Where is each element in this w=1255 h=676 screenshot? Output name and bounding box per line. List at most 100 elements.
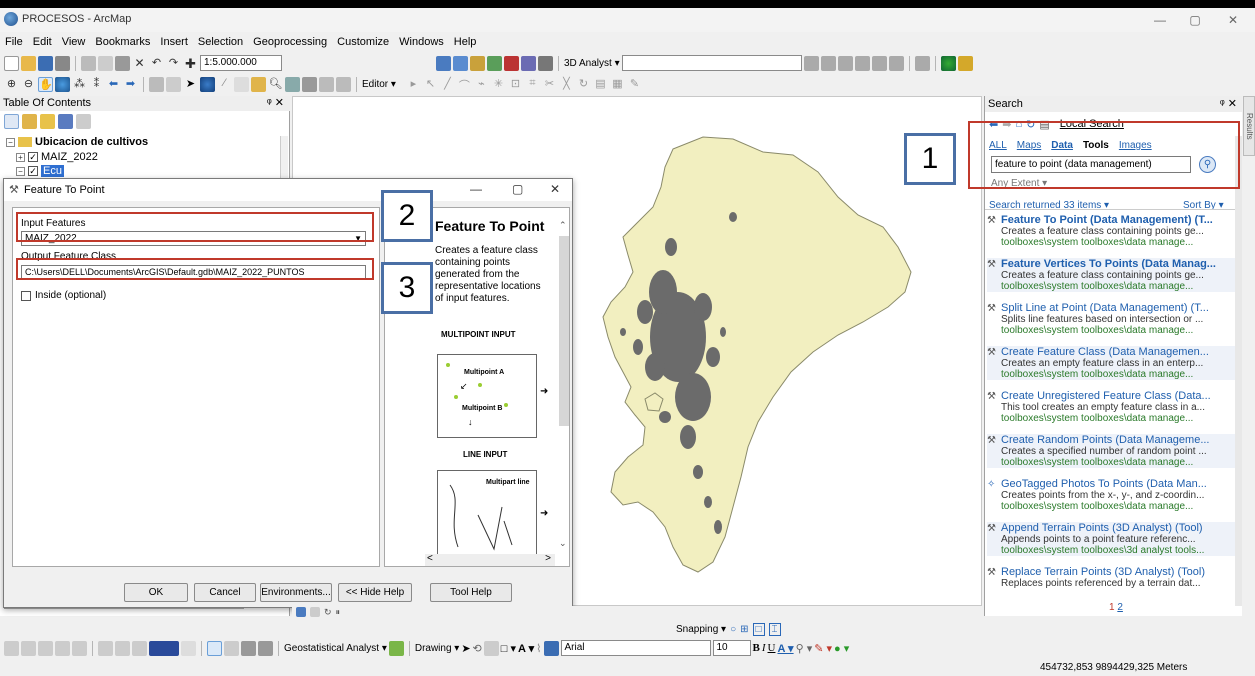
close-button[interactable]: ✕ — [1218, 12, 1248, 28]
3d-tool-icon[interactable] — [803, 55, 819, 71]
snapping-menu[interactable]: Snapping ▾ — [676, 624, 726, 635]
rotate-icon[interactable]: ⟲ — [473, 642, 482, 655]
sketch-properties-icon[interactable]: ▦ — [610, 77, 625, 92]
undo-icon[interactable]: ↶ — [149, 56, 164, 71]
search-pane-close-icon[interactable]: ᵠ ✕ — [1220, 96, 1237, 112]
minimize-button[interactable]: — — [1145, 12, 1175, 28]
cancel-button[interactable]: Cancel — [194, 583, 256, 602]
find-route-icon[interactable] — [285, 76, 300, 92]
attributes-icon[interactable]: ▤ — [593, 77, 608, 92]
paste-icon[interactable] — [115, 55, 130, 71]
point-snapping-icon[interactable]: ○ — [730, 624, 736, 635]
toc-group-row[interactable]: − Ubicacion de cultivos — [6, 135, 148, 149]
layout-tool-icon[interactable] — [132, 640, 147, 656]
hyperlink-icon[interactable]: ⁄ — [217, 77, 232, 92]
toc-layer-row[interactable]: − ✓ Ecu — [16, 164, 64, 178]
open-folder-icon[interactable] — [21, 55, 36, 71]
create-features-icon[interactable]: ✎ — [627, 77, 642, 92]
find-icon[interactable]: 🔍︎ — [268, 77, 283, 92]
layout-tool-icon[interactable] — [258, 640, 273, 656]
menu-windows[interactable]: Windows — [394, 34, 449, 50]
search-result-item[interactable]: ⚒ Feature To Point (Data Management) (T..… — [987, 214, 1235, 248]
spline-text-icon[interactable]: ⌇ — [536, 642, 541, 655]
edit-vertices-icon[interactable]: ⊡ — [508, 77, 523, 92]
edge-snapping-icon[interactable]: ⌶ — [768, 622, 781, 636]
inside-option[interactable]: Inside (optional) — [21, 290, 106, 301]
search-result-item[interactable]: ⚒ Feature Vertices To Points (Data Manag.… — [987, 258, 1235, 292]
time-slider-icon[interactable] — [319, 76, 334, 92]
3d-analyst-menu[interactable]: 3D Analyst ▾ — [564, 58, 620, 69]
page-current[interactable]: 1 — [1109, 602, 1115, 613]
new-document-icon[interactable] — [4, 55, 19, 71]
catalog-icon[interactable] — [470, 55, 485, 71]
georef-icon[interactable] — [4, 640, 19, 656]
zoom-out-icon[interactable]: ⊖ — [21, 77, 36, 92]
pan-icon[interactable]: ✋ — [38, 76, 53, 92]
search-result-item[interactable]: ⚒ Create Unregistered Feature Class (Data… — [987, 390, 1235, 424]
search-result-item[interactable]: ✧ GeoTagged Photos To Points (Data Man...… — [987, 478, 1235, 512]
search-scrollbar[interactable] — [1235, 136, 1242, 606]
georef-icon[interactable] — [72, 640, 87, 656]
list-by-visibility-icon[interactable] — [40, 114, 55, 129]
globe-icon[interactable] — [940, 55, 956, 71]
data-view-icon[interactable] — [296, 607, 306, 617]
georef-icon[interactable] — [38, 640, 53, 656]
menu-geoprocessing[interactable]: Geoprocessing — [248, 34, 332, 50]
expand-icon[interactable]: + — [16, 152, 25, 162]
select-elements-icon[interactable]: ➤ — [461, 642, 470, 655]
font-icon[interactable] — [543, 640, 559, 656]
trace-icon[interactable]: ⌁ — [474, 77, 489, 92]
georef-icon[interactable] — [21, 640, 36, 656]
layout-tool-icon[interactable] — [98, 640, 113, 656]
cut-icon[interactable] — [81, 55, 96, 71]
page-next[interactable]: 2 — [1117, 602, 1123, 613]
fixed-zoom-out-icon[interactable]: ⁑ — [89, 77, 104, 92]
help-scroll-up-icon[interactable]: ⌃ — [559, 220, 567, 231]
redo-icon[interactable]: ↷ — [166, 56, 181, 71]
modelbuilder-icon[interactable] — [538, 55, 553, 71]
arctoolbox-icon[interactable] — [504, 55, 519, 71]
underline-button[interactable]: U — [768, 642, 776, 654]
geostat-wizard-icon[interactable] — [388, 640, 404, 656]
ok-button[interactable]: OK — [124, 583, 188, 602]
rotate-icon[interactable]: ↻ — [576, 77, 591, 92]
font-color-icon[interactable]: A ▾ — [777, 642, 793, 655]
dialog-maximize-button[interactable]: ▢ — [512, 182, 523, 196]
delete-icon[interactable]: ✕ — [132, 56, 147, 71]
page-icon[interactable] — [207, 640, 222, 656]
save-icon[interactable] — [38, 55, 53, 71]
collapse-icon[interactable]: − — [16, 166, 25, 176]
profile-graph-icon[interactable] — [914, 55, 930, 71]
3d-tool-icon[interactable] — [871, 55, 887, 71]
layout-tool-icon[interactable] — [224, 640, 239, 656]
straight-segment-icon[interactable]: ╱ — [440, 77, 455, 92]
identify-icon[interactable] — [200, 76, 215, 92]
split-icon[interactable]: ╳ — [559, 77, 574, 92]
inside-checkbox[interactable] — [21, 290, 31, 301]
edit-tool-icon[interactable]: ▸ — [406, 77, 421, 92]
copy-icon[interactable] — [98, 55, 113, 71]
3d-tool-icon[interactable] — [888, 55, 904, 71]
refresh-icon[interactable]: ↻ — [324, 607, 332, 618]
results-side-tab[interactable]: Results — [1243, 96, 1255, 156]
3d-tool-icon[interactable] — [854, 55, 870, 71]
color-swatch[interactable] — [149, 640, 179, 656]
toc-pin-close-icon[interactable]: ᵠ ✕ — [267, 96, 284, 111]
line-color-icon[interactable]: ✎ ▾ — [814, 642, 832, 655]
rectangle-icon[interactable]: □ ▾ — [501, 642, 516, 655]
3d-analyst-layer-dropdown[interactable] — [621, 55, 802, 71]
3d-tool-icon[interactable] — [820, 55, 836, 71]
menu-file[interactable]: File — [0, 34, 28, 50]
marker-color-icon[interactable]: ● ▾ — [834, 642, 849, 655]
help-horizontal-scrollbar[interactable]: < > — [425, 553, 555, 566]
environments-button[interactable]: Environments... — [260, 583, 332, 602]
select-elements-icon[interactable]: ➤ — [183, 77, 198, 92]
layout-view-icon[interactable] — [310, 607, 320, 617]
scroll-right-icon[interactable]: > — [545, 553, 551, 564]
layer-visibility-checkbox[interactable]: ✓ — [28, 166, 38, 176]
menu-view[interactable]: View — [57, 34, 91, 50]
end-snapping-icon[interactable]: ⊞ — [740, 624, 748, 635]
search-result-item[interactable]: ⚒ Replace Terrain Points (3D Analyst) (To… — [987, 566, 1235, 589]
italic-button[interactable]: I — [762, 642, 766, 654]
search-result-item[interactable]: ⚒ Split Line at Point (Data Management) (… — [987, 302, 1235, 336]
